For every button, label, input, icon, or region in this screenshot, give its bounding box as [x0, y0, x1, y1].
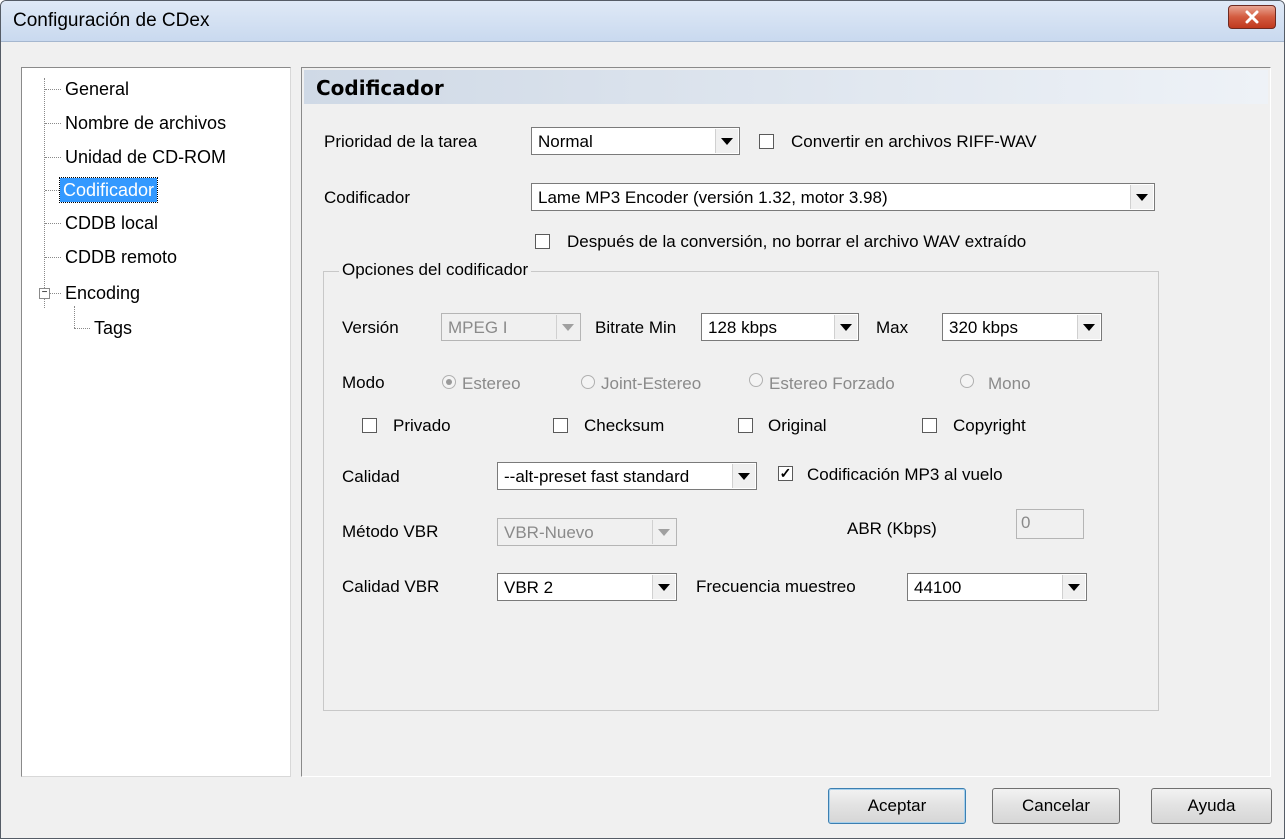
tree-item-nombre-archivos[interactable]: Nombre de archivos — [62, 111, 229, 135]
riff-wav-checkbox[interactable] — [759, 134, 774, 149]
original-checkbox[interactable] — [738, 418, 753, 433]
dropdown-arrow-icon — [732, 464, 755, 488]
mode-estereo-radio — [442, 375, 456, 389]
mode-joint-estereo-label: Joint-Estereo — [601, 374, 702, 393]
copyright-checkbox[interactable] — [922, 418, 937, 433]
quality-label: Calidad — [342, 467, 400, 486]
vbr-quality-value: VBR 2 — [504, 578, 554, 597]
checksum-label: Checksum — [584, 416, 665, 435]
sample-rate-label: Frecuencia muestreo — [696, 577, 856, 596]
abr-input: 0 — [1016, 509, 1084, 539]
bitrate-max-value: 320 kbps — [949, 318, 1018, 337]
priority-select[interactable]: Normal — [531, 127, 740, 155]
tree-item-tags[interactable]: Tags — [91, 316, 135, 340]
window-title: Configuración de CDex — [13, 10, 210, 31]
version-value: MPEG I — [448, 318, 508, 337]
tree-item-codificador[interactable]: Codificador — [58, 177, 159, 203]
dialog-window: Configuración de CDex − General Nombre d… — [0, 0, 1285, 839]
tree-item-cddb-remoto[interactable]: CDDB remoto — [62, 245, 180, 269]
priority-label: Prioridad de la tarea — [324, 132, 478, 151]
vbr-method-select: VBR-Nuevo — [497, 518, 677, 546]
close-icon — [1245, 10, 1259, 24]
mode-label: Modo — [342, 373, 385, 392]
mode-estereo-forzado-label: Estereo Forzado — [769, 374, 895, 393]
version-select: MPEG I — [441, 313, 581, 341]
vbr-method-value: VBR-Nuevo — [504, 523, 594, 542]
priority-value: Normal — [538, 132, 593, 151]
tree-line — [74, 328, 90, 329]
tree-line — [45, 257, 61, 258]
panel-header: Codificador — [304, 70, 1268, 104]
tree-line — [74, 306, 75, 328]
tree-line — [45, 89, 61, 90]
tree-item-encoding[interactable]: Encoding — [62, 281, 143, 305]
mode-mono-label: Mono — [988, 374, 1031, 393]
cancel-button[interactable]: Cancelar — [992, 788, 1120, 824]
dropdown-arrow-icon — [834, 315, 857, 339]
sample-rate-select[interactable]: 44100 — [907, 573, 1087, 601]
help-button[interactable]: Ayuda — [1151, 788, 1272, 824]
settings-tree[interactable]: − General Nombre de archivos Unidad de C… — [21, 67, 291, 777]
quality-select[interactable]: --alt-preset fast standard — [497, 462, 757, 490]
encoder-select[interactable]: Lame MP3 Encoder (versión 1.32, motor 3.… — [531, 183, 1155, 211]
mode-estereo-forzado-radio — [749, 373, 763, 387]
bitrate-min-label: Bitrate Min — [595, 318, 677, 337]
bitrate-min-value: 128 kbps — [708, 318, 777, 337]
bitrate-max-select[interactable]: 320 kbps — [942, 313, 1102, 341]
quality-value: --alt-preset fast standard — [504, 467, 690, 486]
privado-label: Privado — [393, 416, 451, 435]
mode-estereo-label: Estereo — [462, 374, 521, 393]
tree-line — [45, 223, 61, 224]
dropdown-arrow-icon — [1077, 315, 1100, 339]
dropdown-arrow-icon — [652, 520, 675, 544]
keep-wav-checkbox[interactable] — [535, 234, 550, 249]
abr-label: ABR (Kbps) — [847, 519, 937, 538]
mode-mono-radio — [960, 374, 974, 388]
panel-title: Codificador — [316, 76, 444, 100]
encoder-label: Codificador — [324, 188, 410, 207]
vbr-quality-select[interactable]: VBR 2 — [497, 573, 677, 601]
title-bar: Configuración de CDex — [1, 1, 1284, 42]
dropdown-arrow-icon — [556, 315, 579, 339]
vbr-method-label: Método VBR — [342, 522, 439, 541]
dropdown-arrow-icon — [652, 575, 675, 599]
version-label: Versión — [342, 318, 399, 337]
sample-rate-value: 44100 — [914, 578, 962, 597]
close-button[interactable] — [1228, 5, 1276, 29]
tree-line — [45, 190, 61, 191]
tree-item-cddb-local[interactable]: CDDB local — [62, 211, 161, 235]
dropdown-arrow-icon — [715, 129, 738, 153]
ok-button[interactable]: Aceptar — [828, 788, 966, 824]
encoder-options-title: Opciones del codificador — [339, 260, 532, 280]
tree-line — [45, 157, 61, 158]
checksum-checkbox[interactable] — [553, 418, 568, 433]
onthefly-label: Codificación MP3 al vuelo — [807, 465, 1003, 484]
onthefly-checkbox[interactable]: ✓ — [778, 466, 793, 481]
original-label: Original — [768, 416, 827, 435]
abr-value: 0 — [1021, 513, 1031, 532]
dropdown-arrow-icon — [1130, 185, 1153, 209]
riff-wav-label: Convertir en archivos RIFF-WAV — [791, 132, 1037, 151]
encoder-value: Lame MP3 Encoder (versión 1.32, motor 3.… — [538, 188, 888, 207]
tree-line — [44, 78, 45, 308]
tree-item-general[interactable]: General — [62, 77, 132, 101]
max-label: Max — [876, 318, 909, 337]
privado-checkbox[interactable] — [362, 418, 377, 433]
collapse-icon[interactable]: − — [39, 288, 50, 299]
tree-item-unidad-cdrom[interactable]: Unidad de CD-ROM — [62, 145, 229, 169]
copyright-label: Copyright — [953, 416, 1026, 435]
mode-joint-estereo-radio — [581, 375, 595, 389]
vbr-quality-label: Calidad VBR — [342, 577, 440, 596]
tree-line — [45, 123, 61, 124]
keep-wav-label: Después de la conversión, no borrar el a… — [567, 232, 1027, 251]
dropdown-arrow-icon — [1062, 575, 1085, 599]
bitrate-min-select[interactable]: 128 kbps — [701, 313, 859, 341]
